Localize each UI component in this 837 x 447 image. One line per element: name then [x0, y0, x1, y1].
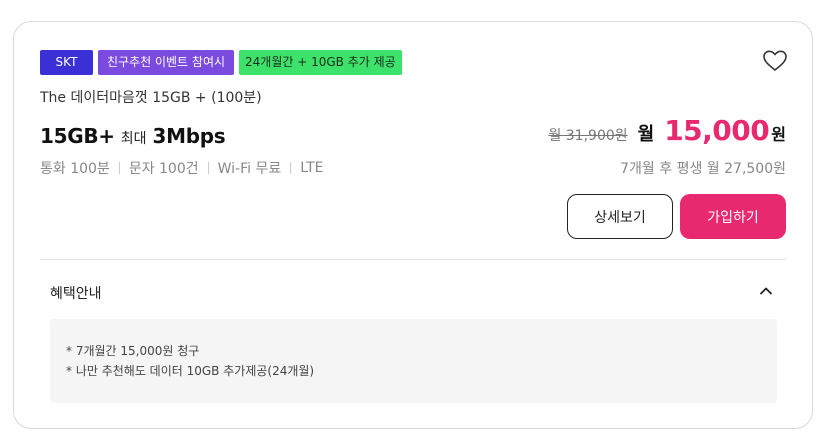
spec-wifi: Wi-Fi 무료 [217, 161, 282, 177]
event-badge: 친구추천 이벤트 참여시 [98, 50, 235, 75]
discount-price: 15,000 [664, 114, 770, 147]
spec-divider [207, 162, 209, 174]
benefit-title[interactable]: 혜택안내 [50, 283, 102, 303]
spec-call: 통화 100분 [40, 161, 110, 177]
badge-group: SKT 친구추천 이벤트 참여시 24개월간 + 10GB 추가 제공 [40, 50, 402, 75]
spec-network: LTE [300, 160, 324, 176]
section-divider [40, 259, 787, 260]
spec-sms: 문자 100건 [128, 161, 199, 177]
speed-prefix: 최대 [120, 131, 147, 147]
plan-card: SKT 친구추천 이벤트 참여시 24개월간 + 10GB 추가 제공 The … [13, 21, 813, 429]
heart-icon[interactable] [762, 49, 788, 73]
month-label: 월 [637, 124, 655, 145]
benefit-line: * 나만 추천해도 데이터 10GB 추가제공(24개월) [66, 364, 315, 378]
spec-divider [118, 162, 120, 174]
price-row: 월 31,900원 월 15,000 원 [548, 114, 786, 147]
benefit-content: * 7개월간 15,000원 청구 * 나만 추천해도 데이터 10GB 추가제… [50, 319, 777, 403]
benefit-line: * 7개월간 15,000원 청구 [66, 344, 200, 358]
detail-button[interactable]: 상세보기 [567, 194, 673, 239]
plan-specs: 통화 100분 문자 100건 Wi-Fi 무료 LTE [40, 158, 324, 178]
plan-speed: 15GB+ 최대 3Mbps [40, 124, 226, 148]
currency-label: 원 [771, 125, 786, 144]
join-button[interactable]: 가입하기 [680, 194, 786, 239]
plan-name: The 데이터마음껏 15GB + (100분) [40, 90, 262, 106]
original-price: 월 31,900원 [548, 128, 628, 144]
average-price-note: 7개월 후 평생 월 27,500원 [620, 161, 786, 177]
carrier-badge: SKT [40, 50, 93, 75]
bonus-badge: 24개월간 + 10GB 추가 제공 [239, 50, 402, 75]
chevron-up-icon[interactable] [758, 283, 774, 299]
spec-divider [290, 162, 292, 174]
plan-data: 15GB+ [40, 124, 115, 148]
speed-value: 3Mbps [152, 124, 226, 148]
